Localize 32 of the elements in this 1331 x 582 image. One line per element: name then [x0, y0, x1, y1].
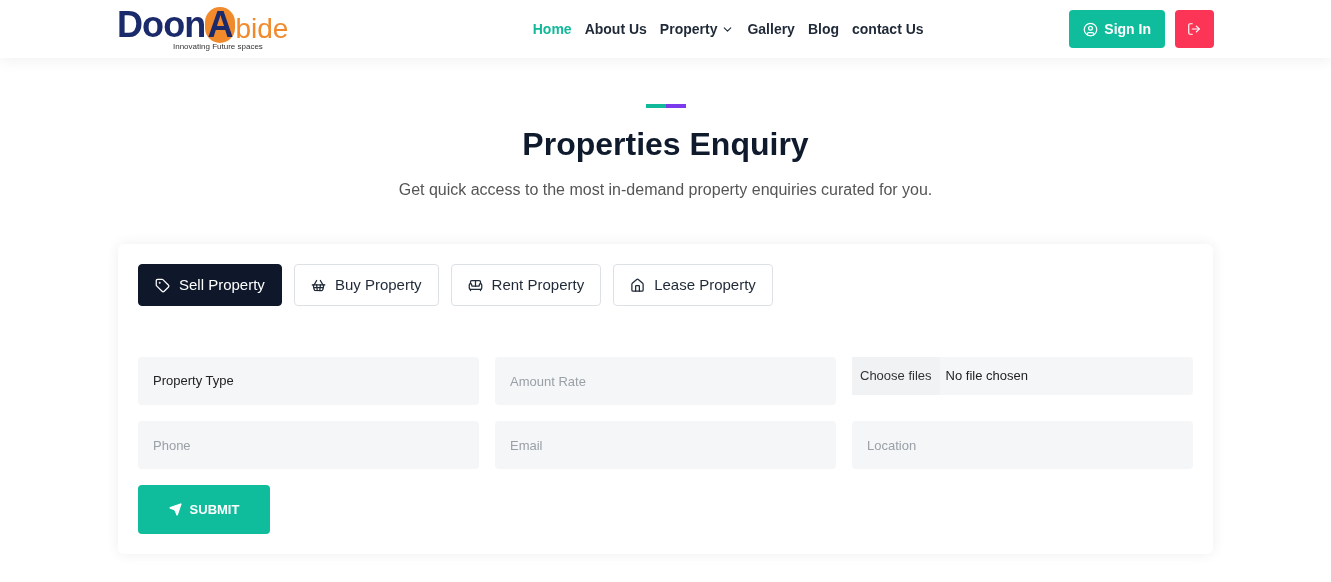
input-field[interactable]: Amount Rate — [495, 357, 836, 405]
sofa-icon — [467, 277, 483, 293]
property-tab[interactable]: Sell Property — [138, 264, 282, 306]
input-field[interactable]: Location — [852, 421, 1193, 469]
logout-button[interactable] — [1175, 10, 1214, 48]
house-icon — [630, 277, 646, 293]
choose-files-button[interactable]: Choose files — [852, 357, 940, 395]
tag-icon — [155, 277, 170, 293]
heading-accent — [645, 104, 686, 108]
logo-tagline: Innovating Future spaces — [173, 43, 264, 51]
property-tab[interactable]: Lease Property — [613, 264, 773, 306]
basket-icon — [310, 277, 326, 293]
logo-mark: A — [205, 7, 236, 43]
input-field[interactable]: Phone — [138, 421, 479, 469]
file-status: No file chosen — [945, 367, 1028, 386]
nav-link[interactable]: contact Us — [852, 18, 924, 40]
nav-link[interactable]: About Us — [584, 18, 647, 40]
page-subheading: Get quick access to the most in-demand property enquiries curated for you. — [398, 180, 933, 200]
logout-icon — [1187, 22, 1202, 36]
nav-link[interactable]: Property — [659, 18, 735, 40]
property-tab[interactable]: Rent Property — [450, 264, 602, 306]
property-tab[interactable]: Buy Property — [293, 264, 439, 306]
nav-link[interactable]: Blog — [807, 18, 839, 40]
property-type-select[interactable]: Property Type — [138, 357, 479, 405]
send-icon — [168, 503, 182, 516]
user-icon — [1083, 21, 1099, 37]
logo-text: Doon — [117, 7, 206, 43]
nav-link[interactable]: Gallery — [747, 18, 795, 40]
page-heading: Properties Enquiry — [522, 125, 809, 164]
input-field[interactable]: Email — [495, 421, 836, 469]
logo-text: bide — [235, 15, 289, 43]
file-field[interactable]: Choose files No file chosen — [852, 357, 1193, 395]
